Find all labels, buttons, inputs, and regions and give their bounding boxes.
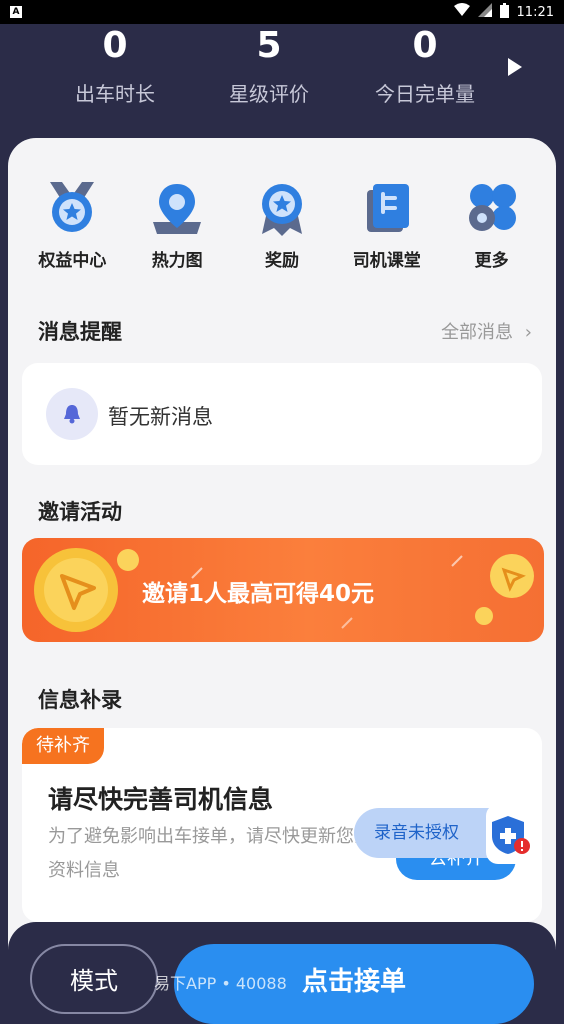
quick-action-heatmap[interactable]: 热力图 (127, 178, 227, 271)
quick-action-label: 司机课堂 (352, 251, 421, 271)
wifi-icon (453, 3, 470, 21)
play-arrow-icon[interactable] (508, 58, 522, 76)
quick-action-label: 权益中心 (38, 251, 107, 271)
stat-value: 5 (256, 25, 282, 66)
stat-label: 出车时长 (75, 82, 155, 106)
info-card-title: 请尽快完善司机信息 (48, 785, 274, 814)
quick-action-driver-class[interactable]: 司机课堂 (337, 178, 437, 271)
messages-section-title: 消息提醒 (38, 320, 122, 344)
quick-action-benefits[interactable]: 权益中心 (22, 178, 122, 271)
book-icon (357, 178, 417, 238)
status-bar: A 11:21 (0, 0, 564, 24)
invite-section-title: 邀请活动 (38, 500, 122, 524)
shield-alert-icon[interactable] (486, 804, 540, 864)
invite-banner[interactable]: 邀请1人最高可得40元 (22, 538, 544, 642)
mode-button[interactable]: 模式 (30, 944, 158, 1014)
driver-stats: 0 出车时长 5 星级评价 0 今日完单量 (0, 24, 564, 144)
message-card[interactable]: 暂无新消息 (22, 363, 542, 465)
battery-icon (499, 2, 509, 22)
quick-action-rewards[interactable]: 奖励 (232, 178, 332, 271)
notification-badge: A (10, 6, 22, 18)
quick-actions: 权益中心 热力图 奖励 司机课堂 更多 (8, 178, 556, 271)
map-pin-icon (147, 178, 207, 238)
bell-icon (46, 388, 98, 440)
stat-label: 星级评价 (229, 82, 309, 106)
invite-banner-text: 邀请1人最高可得40元 (142, 581, 375, 607)
chevron-right-icon: › (524, 322, 532, 343)
clock: 11:21 (516, 4, 554, 20)
badge-star-icon (42, 178, 102, 238)
empty-message-text: 暂无新消息 (108, 405, 213, 429)
all-messages-label: 全部消息 (441, 322, 514, 343)
grid-circles-icon (462, 178, 522, 238)
ticker-text: 易下APP • 40088 (154, 974, 287, 993)
quick-action-label: 更多 (474, 251, 509, 271)
stat-value: 0 (102, 25, 128, 66)
quick-action-more[interactable]: 更多 (442, 178, 542, 271)
bottom-bar: 模式 点击接单 易下APP • 40088 (8, 922, 556, 1024)
main-panel: 权益中心 热力图 奖励 司机课堂 更多 消息提醒 全部消息 › 暂无新消息 邀请… (8, 138, 556, 1002)
all-messages-link[interactable]: 全部消息 › (441, 318, 532, 344)
stat-online-duration[interactable]: 0 出车时长 (40, 24, 190, 107)
ribbon-medal-icon (252, 178, 312, 238)
pending-tag: 待补齐 (22, 728, 104, 764)
quick-action-label: 奖励 (264, 251, 299, 271)
stat-label: 今日完单量 (375, 82, 475, 106)
signal-icon (477, 3, 492, 21)
stat-star-rating[interactable]: 5 星级评价 (194, 24, 344, 107)
info-card-description: 为了避免影响出车接单，请尽快更新您的资料信息 (48, 826, 372, 881)
stat-today-orders[interactable]: 0 今日完单量 (350, 24, 500, 107)
stat-value: 0 (412, 25, 438, 66)
quick-action-label: 热力图 (151, 251, 203, 271)
info-section-title: 信息补录 (38, 688, 122, 712)
